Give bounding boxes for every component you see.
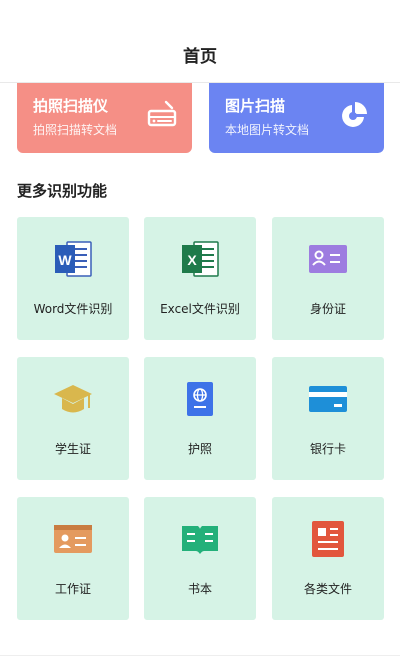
tile-passport[interactable]: 护照 xyxy=(144,357,256,480)
image-scanner-subtitle: 本地图片转文档 xyxy=(225,123,310,137)
tile-label: Excel文件识别 xyxy=(160,302,240,316)
tile-bank-card[interactable]: 银行卡 xyxy=(272,357,384,480)
tile-label: 护照 xyxy=(187,442,212,456)
tile-documents[interactable]: 各类文件 xyxy=(272,497,384,620)
svg-text:X: X xyxy=(187,252,197,268)
section-title: 更多识别功能 xyxy=(17,182,108,200)
tile-work-badge[interactable]: 工作证 xyxy=(17,497,129,620)
bank-card-icon xyxy=(309,386,347,412)
graduation-cap-icon xyxy=(54,385,92,413)
photo-scanner-card[interactable]: 拍照扫描仪 拍照扫描转文档 xyxy=(17,83,192,153)
bottom-divider xyxy=(0,655,400,656)
app-header: 首页 xyxy=(0,0,400,83)
tile-id-card[interactable]: 身份证 xyxy=(272,217,384,340)
tile-excel[interactable]: X Excel文件识别 xyxy=(144,217,256,340)
work-badge-icon xyxy=(54,525,92,553)
tile-label: 各类文件 xyxy=(303,582,352,596)
tile-label: 银行卡 xyxy=(309,442,346,456)
tile-word[interactable]: W Word文件识别 xyxy=(17,217,129,340)
svg-text:W: W xyxy=(58,252,72,268)
tile-label: 工作证 xyxy=(54,582,91,596)
passport-icon xyxy=(187,382,213,416)
word-icon: W xyxy=(55,241,92,277)
pie-chart-icon xyxy=(342,102,367,127)
id-card-icon xyxy=(309,245,347,273)
photo-scanner-title: 拍照扫描仪 xyxy=(33,97,109,115)
page-title: 首页 xyxy=(183,47,217,67)
tile-label: 学生证 xyxy=(54,442,91,456)
tile-label: 书本 xyxy=(187,582,212,596)
image-scanner-title: 图片扫描 xyxy=(225,97,286,115)
scanner-icon xyxy=(147,100,177,127)
tile-student-card[interactable]: 学生证 xyxy=(17,357,129,480)
tile-label: Word文件识别 xyxy=(33,302,113,316)
document-icon xyxy=(312,521,344,557)
excel-icon: X xyxy=(182,241,219,277)
tile-label: 身份证 xyxy=(309,302,346,316)
book-icon xyxy=(182,526,218,554)
tile-book[interactable]: 书本 xyxy=(144,497,256,620)
image-scanner-card[interactable]: 图片扫描 本地图片转文档 xyxy=(209,83,384,153)
photo-scanner-subtitle: 拍照扫描转文档 xyxy=(33,123,118,137)
